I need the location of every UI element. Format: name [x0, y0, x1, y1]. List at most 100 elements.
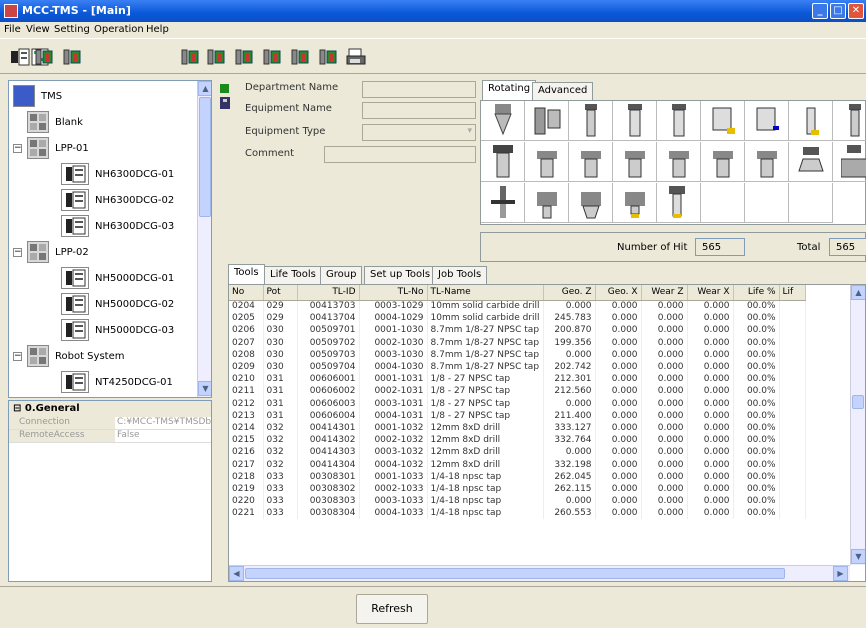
table-row[interactable]: 0215 032 00414302 0002-1032 12mm 8xD drill 33…	[229, 434, 806, 447]
table-row[interactable]: 0211 031 00606002 0002-1031 1/8 - 27 NPSC ta…	[229, 385, 806, 398]
menu-file[interactable]: File	[4, 24, 21, 35]
tree-node[interactable]: NH5000DCG-01	[9, 267, 199, 291]
tab-group[interactable]: Group	[320, 266, 363, 284]
tree-node[interactable]: − LPP-01	[9, 137, 199, 161]
property-category[interactable]: ⊟ 0.General	[9, 401, 211, 417]
table-row[interactable]: 0205 029 00413704 0004-1029 10mm solid carbi…	[229, 312, 806, 325]
scroll-up-icon[interactable]: ▲	[851, 285, 865, 300]
tab-job-tools[interactable]: Job Tools	[432, 266, 488, 284]
tree-node[interactable]: TMS	[9, 85, 199, 109]
print-icon[interactable]	[346, 47, 366, 67]
tool-type-cell[interactable]	[569, 183, 613, 223]
column-header[interactable]: TL-ID	[297, 285, 360, 301]
tool-measure-icon[interactable]	[262, 47, 282, 67]
table-row[interactable]: 0221 033 00308304 0004-1033 1/4-18 npsc tap 2…	[229, 507, 806, 520]
column-header[interactable]: Pot	[263, 285, 298, 301]
tab-life-tools[interactable]: Life Tools	[264, 266, 322, 284]
menu-setting[interactable]: Setting	[54, 24, 90, 35]
collapse-icon[interactable]: −	[13, 248, 22, 257]
tool-transfer-icon[interactable]	[290, 47, 310, 67]
table-row[interactable]: 0213 031 00606004 0004-1031 1/8 - 27 NPSC ta…	[229, 409, 806, 422]
tool-type-cell[interactable]	[657, 101, 701, 141]
tool-type-cell[interactable]	[481, 183, 525, 223]
tool-type-cell[interactable]	[613, 142, 657, 182]
table-row[interactable]: 0207 030 00509702 0002-1030 8.7mm 1/8-27 NPS…	[229, 336, 806, 349]
tab-tools[interactable]: Tools	[228, 264, 265, 285]
tree-node[interactable]: NH6300DCG-01	[9, 163, 199, 187]
tool-type-cell[interactable]	[701, 142, 745, 182]
property-row[interactable]: RemoteAccess False	[9, 430, 211, 443]
tool-link-icon[interactable]	[318, 47, 338, 67]
column-header[interactable]: TL-No	[359, 285, 428, 301]
tool-type-cell[interactable]	[569, 101, 613, 141]
tree-node[interactable]: NT4250DCG-01	[9, 371, 199, 395]
equipment-field[interactable]	[362, 102, 476, 119]
refresh-button[interactable]: Refresh	[356, 594, 428, 624]
minimize-button[interactable]: _	[812, 3, 828, 19]
scroll-left-icon[interactable]: ◀	[229, 566, 244, 581]
tool-add-icon[interactable]	[62, 47, 82, 67]
collapse-icon[interactable]: −	[13, 144, 22, 153]
tool-move-icon[interactable]	[180, 47, 200, 67]
tree-node[interactable]: − Robot System	[9, 345, 199, 369]
tab-advanced[interactable]: Advanced	[532, 82, 594, 100]
tool-type-cell[interactable]	[525, 142, 569, 182]
close-button[interactable]: ✕	[848, 3, 864, 19]
tree-node[interactable]: − LPP-02	[9, 241, 199, 265]
tree-scrollbar[interactable]: ▲ ▼	[197, 81, 211, 397]
scroll-down-icon[interactable]: ▼	[198, 381, 211, 396]
scroll-thumb[interactable]	[852, 395, 864, 409]
scroll-thumb[interactable]	[199, 97, 211, 217]
grid-vertical-scrollbar[interactable]: ▲ ▼	[850, 285, 865, 565]
tool-type-cell[interactable]	[789, 101, 833, 141]
column-header[interactable]: Lif	[779, 285, 806, 301]
tool-type-cell[interactable]	[833, 101, 866, 141]
column-header[interactable]: Geo. Z	[543, 285, 596, 301]
column-header[interactable]: Geo. X	[595, 285, 642, 301]
tree-node[interactable]: Blank	[9, 111, 199, 135]
tool-type-cell[interactable]	[525, 101, 569, 141]
collapse-icon[interactable]: −	[13, 352, 22, 361]
tool-type-cell[interactable]	[613, 101, 657, 141]
tab-setup-tools[interactable]: Set up Tools	[364, 266, 437, 284]
comment-field[interactable]	[324, 146, 476, 163]
table-row[interactable]: 0220 033 00308303 0003-1033 1/4-18 npsc tap 0…	[229, 495, 806, 508]
property-row[interactable]: Connection C:¥MCC-TMS¥TMSDb	[9, 417, 211, 430]
tab-rotating[interactable]: Rotating	[482, 80, 537, 100]
menu-help[interactable]: Help	[146, 24, 169, 35]
table-row[interactable]: 0217 032 00414304 0004-1032 12mm 8xD drill 33…	[229, 458, 806, 471]
tool-type-cell[interactable]	[613, 183, 657, 223]
scroll-up-icon[interactable]: ▲	[198, 81, 211, 96]
column-header[interactable]: No	[229, 285, 264, 301]
grid-horizontal-scrollbar[interactable]: ◀ ▶	[229, 565, 850, 581]
tree-node[interactable]: NH5000DCG-03	[9, 319, 199, 343]
tree-edit-icon[interactable]	[34, 47, 54, 67]
tool-type-cell[interactable]	[525, 183, 569, 223]
table-row[interactable]: 0219 033 00308302 0002-1033 1/4-18 npsc tap 2…	[229, 482, 806, 495]
table-row[interactable]: 0209 030 00509704 0004-1030 8.7mm 1/8-27 NPS…	[229, 360, 806, 374]
equipment-tree[interactable]: TMS Blank − LPP-01 NH6300DCG-01 NH6300DCG-02 N…	[8, 80, 212, 398]
tool-type-cell[interactable]	[701, 101, 745, 141]
department-field[interactable]	[362, 81, 476, 98]
tree-node[interactable]: NH5000DCG-02	[9, 293, 199, 317]
column-header[interactable]: TL-Name	[427, 285, 544, 301]
tool-type-cell[interactable]	[657, 183, 701, 223]
tool-copy-icon[interactable]	[206, 47, 226, 67]
table-row[interactable]: 0206 030 00509701 0001-1030 8.7mm 1/8-27 NPS…	[229, 324, 806, 337]
tool-type-cell[interactable]	[745, 101, 789, 141]
tool-type-cell[interactable]	[657, 142, 701, 182]
column-header[interactable]: Life %	[733, 285, 780, 301]
tool-type-cell[interactable]	[569, 142, 613, 182]
column-header[interactable]: Wear Z	[641, 285, 688, 301]
maximize-button[interactable]: □	[830, 3, 846, 19]
scroll-right-icon[interactable]: ▶	[833, 566, 848, 581]
table-row[interactable]: 0214 032 00414301 0001-1032 12mm 8xD drill 33…	[229, 421, 806, 435]
tree-node[interactable]: NH6300DCG-02	[9, 189, 199, 213]
menu-view[interactable]: View	[26, 24, 50, 35]
tool-type-cell[interactable]	[481, 101, 525, 141]
tool-type-cell[interactable]	[481, 142, 525, 182]
table-row[interactable]: 0212 031 00606003 0003-1031 1/8 - 27 NPSC ta…	[229, 397, 806, 410]
tool-type-cell[interactable]	[701, 183, 745, 223]
tool-type-cell[interactable]	[833, 142, 866, 182]
scroll-thumb[interactable]	[245, 568, 785, 579]
